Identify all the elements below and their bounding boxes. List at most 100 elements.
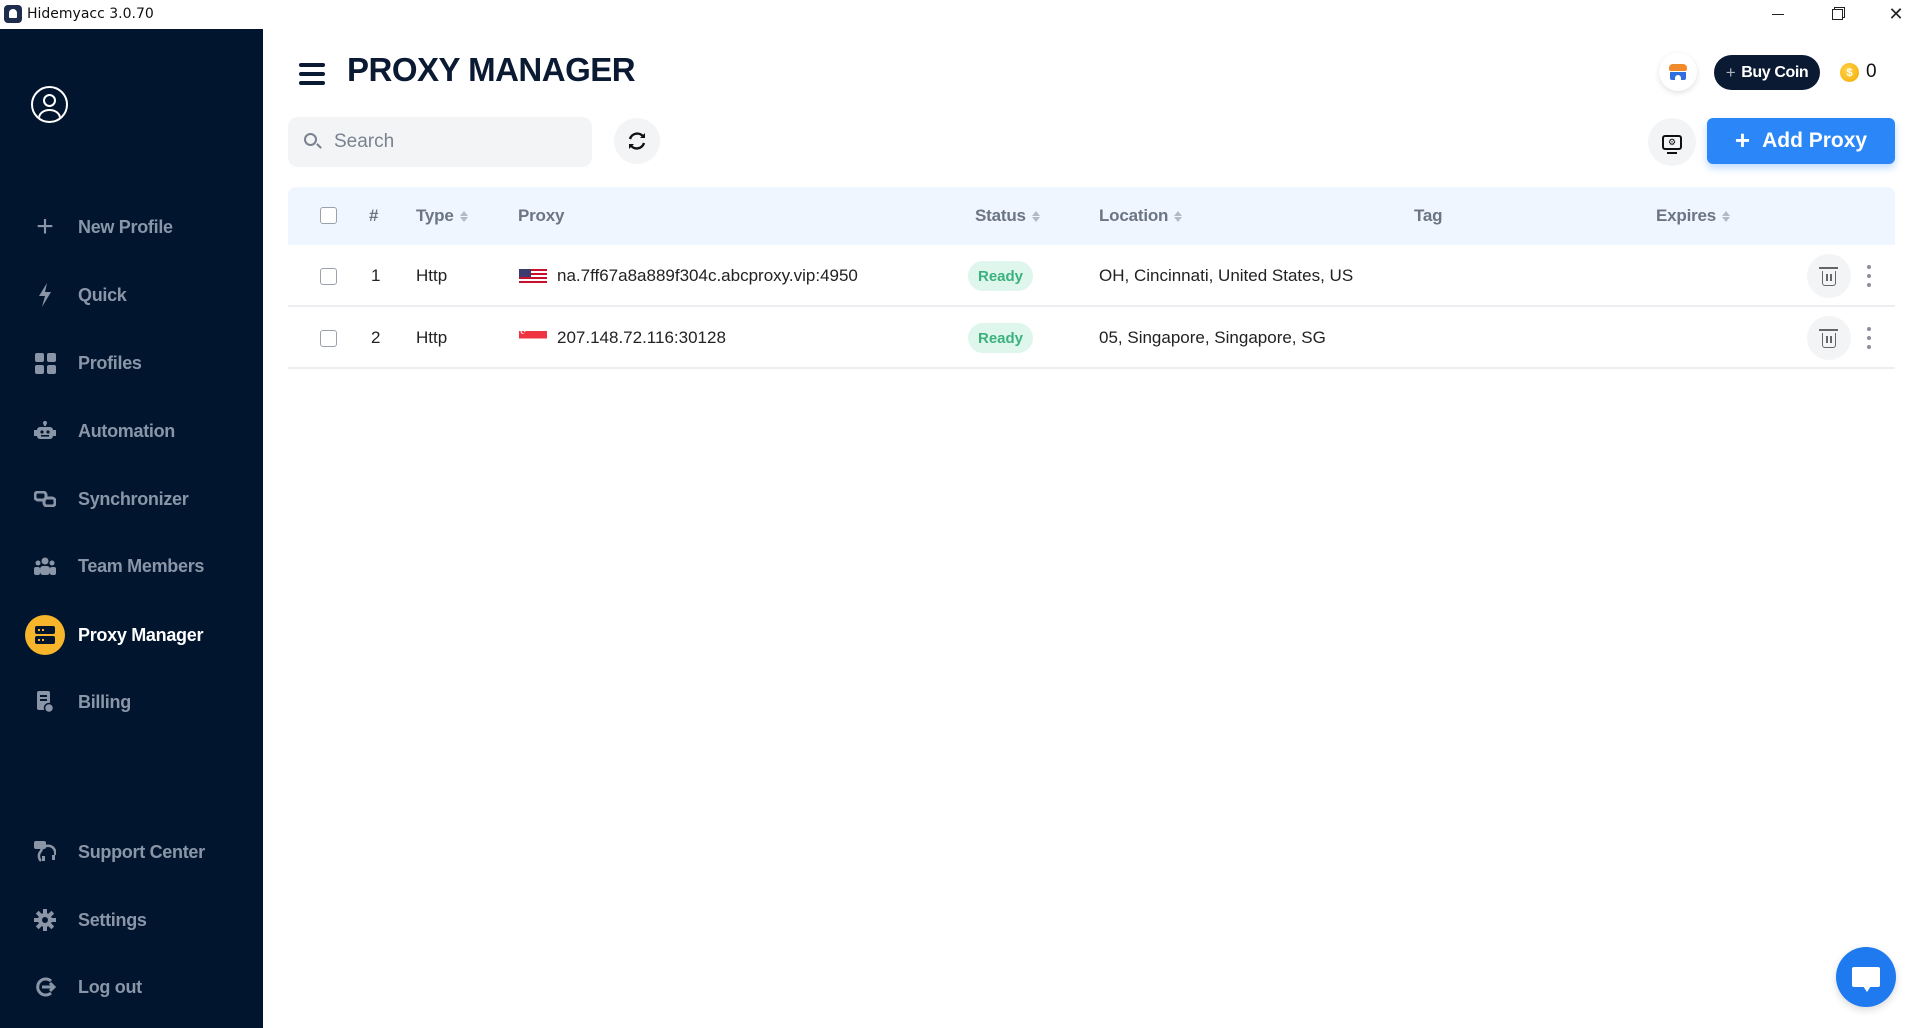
coin-balance: 0 (1866, 61, 1877, 82)
trash-icon (1819, 328, 1838, 348)
sort-icon (1032, 211, 1040, 222)
table-header: # Type Proxy Status Location Tag Expires (288, 187, 1895, 245)
row-index: 1 (371, 266, 381, 285)
sidebar-item-label: Settings (78, 909, 147, 930)
lightning-icon (34, 283, 56, 307)
window-title: Hidemyacc 3.0.70 (27, 6, 154, 22)
add-proxy-label: Add Proxy (1762, 129, 1868, 152)
sidebar-item-profiles[interactable]: Profiles (0, 341, 263, 385)
chat-bubble-icon (1852, 967, 1880, 992)
search-icon (304, 133, 317, 146)
user-head-icon (43, 94, 56, 107)
robot-icon (34, 420, 56, 442)
sidebar-item-quick[interactable]: Quick (0, 273, 263, 317)
delete-button[interactable] (1807, 254, 1851, 298)
logout-icon (34, 976, 56, 998)
main-content: PROXY MANAGER + Buy Coin $ 0 ⚙ + Add Pro… (263, 29, 1919, 1028)
row-location: 05, Singapore, Singapore, SG (1099, 328, 1326, 347)
sidebar-item-new-profile[interactable]: + New Profile (0, 205, 263, 249)
sidebar-item-label: Support Center (78, 841, 205, 862)
chat-support-button[interactable] (1836, 947, 1896, 1007)
sg-flag-icon (519, 328, 547, 346)
column-header-index: # (369, 206, 379, 225)
search-box (288, 117, 592, 167)
row-checkbox[interactable] (320, 268, 337, 285)
trash-icon (1819, 266, 1838, 286)
sort-icon (1722, 211, 1730, 222)
sidebar-item-label: Synchronizer (78, 488, 189, 509)
delete-button[interactable] (1807, 316, 1851, 360)
page-title: PROXY MANAGER (347, 51, 636, 88)
row-type: Http (416, 328, 448, 347)
more-options-icon[interactable] (1866, 327, 1872, 349)
sidebar-item-label: Proxy Manager (78, 624, 204, 645)
user-body-icon (38, 109, 61, 121)
row-proxy: 207.148.72.116:30128 (557, 328, 726, 347)
column-header-status[interactable]: Status (975, 206, 1040, 226)
gear-icon (34, 909, 56, 931)
sidebar-item-synchronizer[interactable]: Synchronizer (0, 477, 263, 521)
sort-icon (1174, 211, 1182, 222)
sidebar-item-label: Team Members (78, 555, 205, 576)
sidebar-item-label: New Profile (78, 216, 173, 237)
grid-icon (34, 352, 56, 374)
sync-link-icon (34, 488, 56, 510)
sidebar-item-label: Automation (78, 420, 175, 441)
proxy-table: # Type Proxy Status Location Tag Expires… (288, 187, 1895, 369)
sidebar-item-proxy-manager[interactable]: Proxy Manager (0, 613, 263, 657)
app-logo-icon (4, 5, 22, 23)
select-all-checkbox[interactable] (320, 207, 337, 224)
plus-icon: + (36, 210, 54, 243)
buy-coin-button[interactable]: + Buy Coin (1714, 55, 1820, 90)
table-row: 1 Http na.7ff67a8a889f304c.abcproxy.vip:… (288, 245, 1895, 307)
sidebar-item-billing[interactable]: Billing (0, 680, 263, 724)
monitor-gear-icon: ⚙ (1662, 134, 1682, 154)
coin-icon: $ (1840, 63, 1859, 82)
add-proxy-button[interactable]: + Add Proxy (1707, 118, 1895, 164)
sidebar-item-automation[interactable]: Automation (0, 409, 263, 453)
screen-settings-button[interactable]: ⚙ (1648, 118, 1696, 166)
window-titlebar: Hidemyacc 3.0.70 ✕ (0, 0, 1919, 29)
sort-icon (460, 211, 468, 222)
sidebar-item-label: Log out (78, 976, 142, 997)
avatar[interactable] (31, 86, 68, 123)
sidebar-item-support-center[interactable]: Support Center (0, 830, 263, 874)
row-proxy: na.7ff67a8a889f304c.abcproxy.vip:4950 (557, 266, 858, 285)
close-button[interactable]: ✕ (1873, 0, 1919, 29)
search-input[interactable] (334, 117, 584, 167)
sidebar-item-settings[interactable]: Settings (0, 898, 263, 942)
column-header-type[interactable]: Type (416, 206, 468, 226)
us-flag-icon (519, 269, 547, 284)
row-checkbox[interactable] (320, 330, 337, 347)
refresh-icon (628, 132, 646, 150)
column-header-location[interactable]: Location (1099, 206, 1182, 226)
store-icon (1669, 64, 1687, 80)
maximize-button[interactable] (1814, 0, 1860, 29)
sidebar: + New Profile Quick Profiles Automation … (0, 29, 263, 1028)
column-header-proxy: Proxy (518, 206, 565, 225)
plus-icon: + (1734, 124, 1751, 155)
plus-icon: + (1725, 62, 1736, 82)
sidebar-item-log-out[interactable]: Log out (0, 965, 263, 1009)
column-header-expires[interactable]: Expires (1656, 206, 1730, 226)
sidebar-item-team-members[interactable]: Team Members (0, 544, 263, 588)
store-button[interactable] (1659, 53, 1697, 91)
more-options-icon[interactable] (1866, 265, 1872, 287)
refresh-button[interactable] (614, 118, 660, 164)
row-type: Http (416, 266, 448, 285)
menu-toggle-icon[interactable] (299, 63, 325, 85)
buy-coin-label: Buy Coin (1741, 63, 1809, 81)
table-row: 2 Http 207.148.72.116:30128 Ready 05, Si… (288, 307, 1895, 369)
row-location: OH, Cincinnati, United States, US (1099, 266, 1354, 285)
status-badge: Ready (968, 323, 1033, 353)
minimize-button[interactable] (1755, 0, 1801, 29)
sidebar-item-label: Profiles (78, 352, 142, 373)
status-badge: Ready (968, 261, 1033, 291)
server-icon (25, 615, 65, 655)
billing-icon (34, 691, 56, 713)
support-icon (34, 841, 56, 863)
column-header-tag: Tag (1414, 206, 1443, 225)
team-icon (34, 555, 56, 577)
row-index: 2 (371, 328, 381, 347)
sidebar-item-label: Billing (78, 691, 131, 712)
